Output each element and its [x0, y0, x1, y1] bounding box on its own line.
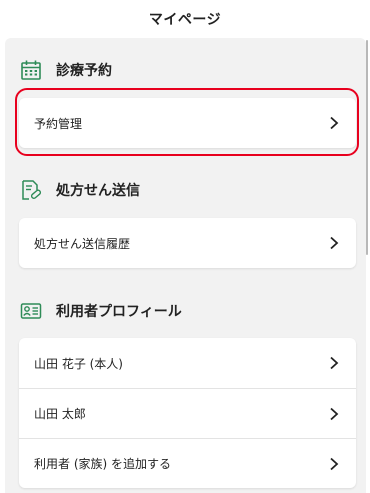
- section-title-prescriptions: 処方せん送信: [56, 183, 140, 199]
- prescription-icon: [22, 180, 42, 200]
- menu-item-label: 山田 太郎: [34, 407, 86, 421]
- menu-item-label: 処方せん送信履歴: [34, 236, 131, 251]
- section-title-profiles: 利用者プロフィール: [56, 304, 182, 320]
- chevron-right-icon: [330, 236, 339, 250]
- section-header-prescriptions: 処方せん送信: [20, 179, 140, 201]
- chevron-right-icon: [330, 407, 339, 421]
- card-appointments: 予約管理: [19, 98, 356, 148]
- add-family-user-button[interactable]: 利用者 (家族) を追加する: [19, 438, 356, 488]
- scrollbar[interactable]: [366, 40, 368, 255]
- menu-item-label: 利用者 (家族) を追加する: [34, 457, 171, 471]
- list-item-profile-self[interactable]: 山田 花子 (本人): [19, 338, 356, 388]
- calendar-icon: [21, 60, 41, 80]
- card-profiles: 山田 花子 (本人) 山田 太郎 利用者 (家族) を追加する: [19, 338, 356, 488]
- section-header-profiles: 利用者プロフィール: [20, 300, 182, 322]
- menu-item-label: 山田 花子 (本人): [34, 356, 123, 371]
- my-page-screen: マイページ 診療予約 予約管理 処方せん送信 処方せん送信履歴 利用者プロフィー…: [0, 0, 370, 493]
- list-item-profile-family[interactable]: 山田 太郎: [19, 388, 356, 438]
- chevron-right-icon: [330, 116, 339, 130]
- chevron-right-icon: [330, 356, 339, 370]
- section-title-appointments: 診療予約: [56, 63, 112, 79]
- menu-item-label: 予約管理: [34, 116, 83, 131]
- card-prescriptions: 処方せん送信履歴: [19, 218, 356, 268]
- section-header-appointments: 診療予約: [20, 59, 112, 81]
- chevron-right-icon: [330, 457, 339, 471]
- page-title: マイページ: [148, 12, 222, 28]
- navigation-bar: マイページ: [0, 0, 370, 38]
- menu-item-prescription-history[interactable]: 処方せん送信履歴: [19, 218, 356, 268]
- menu-item-appointment-management[interactable]: 予約管理: [19, 98, 356, 148]
- content-area[interactable]: 診療予約 予約管理 処方せん送信 処方せん送信履歴 利用者プロフィール 山田 花…: [5, 38, 366, 493]
- profile-card-icon: [20, 303, 42, 319]
